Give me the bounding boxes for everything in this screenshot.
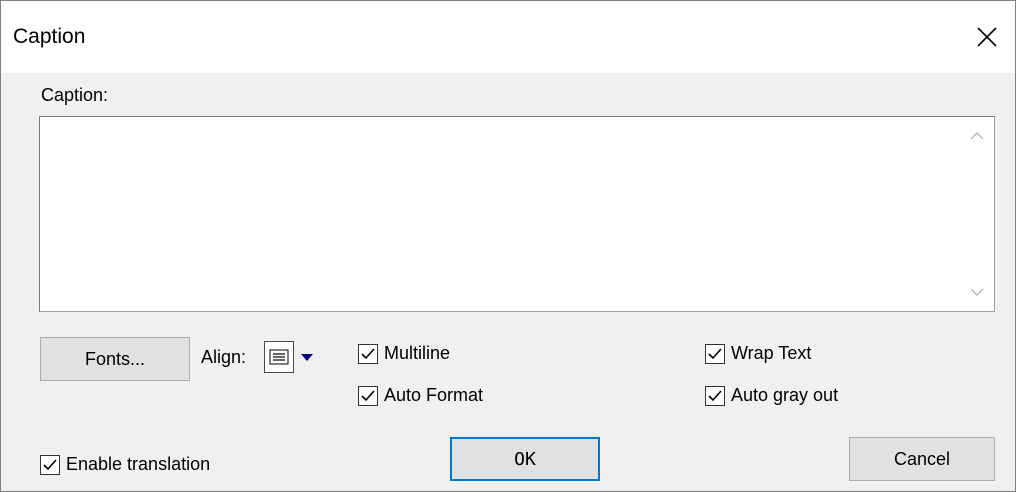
wrap-text-label: Wrap Text: [731, 343, 812, 363]
enable-translation-label: Enable translation: [66, 454, 211, 474]
multiline-checkbox[interactable]: Multiline: [358, 343, 450, 364]
align-selected-box: [264, 341, 294, 373]
chevron-down-icon: [970, 288, 984, 296]
caption-label: Caption:: [41, 85, 109, 105]
caption-text-area[interactable]: [39, 116, 995, 312]
checkbox-box[interactable]: [705, 343, 725, 364]
checkmark-icon: [43, 458, 57, 470]
checkbox-box[interactable]: [40, 454, 60, 475]
wrap-text-checkbox[interactable]: Wrap Text: [705, 343, 811, 364]
checkmark-icon: [361, 389, 375, 401]
close-button[interactable]: [965, 17, 1009, 57]
auto-format-label: Auto Format: [384, 385, 484, 405]
align-label: Align:: [201, 347, 247, 367]
ok-button[interactable]: OK: [450, 437, 600, 481]
checkbox-box[interactable]: [358, 385, 378, 406]
caption-scrollbar[interactable]: [961, 118, 993, 310]
align-dropdown[interactable]: [262, 339, 334, 375]
cancel-button[interactable]: Cancel: [849, 437, 995, 481]
title-bar: Caption: [1, 1, 1015, 73]
window-title: Caption: [13, 25, 86, 48]
close-icon: [977, 27, 997, 47]
checkmark-icon: [708, 389, 722, 401]
checkmark-icon: [708, 347, 722, 359]
auto-gray-out-label: Auto gray out: [731, 385, 839, 405]
checkbox-box[interactable]: [358, 343, 378, 364]
checkmark-icon: [361, 347, 375, 359]
auto-gray-out-checkbox[interactable]: Auto gray out: [705, 385, 838, 406]
caption-dialog: Caption Caption: Fonts... Align: Multili…: [0, 0, 1016, 492]
caption-input[interactable]: [42, 119, 962, 307]
dropdown-arrow-icon: [301, 353, 313, 361]
multiline-label: Multiline: [384, 343, 451, 363]
align-center-icon: [269, 349, 289, 365]
fonts-button[interactable]: Fonts...: [40, 337, 190, 381]
checkbox-box[interactable]: [705, 385, 725, 406]
enable-translation-checkbox[interactable]: Enable translation: [40, 454, 210, 475]
chevron-up-icon: [970, 132, 984, 140]
scroll-down-arrow[interactable]: [961, 276, 993, 308]
scroll-up-arrow[interactable]: [961, 120, 993, 152]
auto-format-checkbox[interactable]: Auto Format: [358, 385, 483, 406]
